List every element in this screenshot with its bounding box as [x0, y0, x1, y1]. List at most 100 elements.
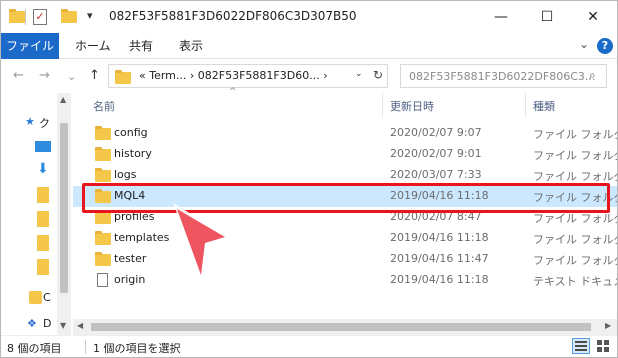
search-placeholder: 082F53F5881F3D6022DF806C3... [409, 70, 596, 83]
file-row[interactable]: templates 2019/04/16 11:18 ファイル フォルダー [73, 228, 617, 249]
help-icon[interactable]: ? [597, 38, 613, 54]
horizontal-scrollbar-thumb[interactable] [91, 323, 591, 331]
file-date: 2020/02/07 9:07 [390, 126, 482, 139]
new-folder-icon[interactable] [61, 9, 77, 23]
tab-home[interactable]: ホーム [75, 33, 111, 59]
file-list: ^ 名前 更新日時 種類 config 2020/02/07 9:07 ファイル フ… [73, 87, 617, 335]
maximize-button[interactable]: ☐ [525, 1, 569, 33]
file-date: 2019/04/16 11:18 [390, 273, 489, 286]
details-view-button[interactable] [572, 338, 590, 354]
nav-folder[interactable] [1, 185, 57, 207]
window-title: 082F53F5881F3D6022DF806C3D307B50 [109, 9, 357, 23]
navigation-pane: ★ ク ⬇ C ❖ D ▲ ▼ [1, 93, 71, 335]
file-row[interactable]: config 2020/02/07 9:07 ファイル フォルダー [73, 123, 617, 144]
folder-icon [115, 70, 131, 84]
column-type[interactable]: 種類 [533, 98, 555, 114]
file-name: config [114, 126, 148, 139]
address-bar[interactable]: « Term... › 082F53F5881F3D60... › ⌄ ↻ [108, 64, 388, 88]
file-name: logs [114, 168, 137, 181]
file-name: origin [114, 273, 146, 286]
nav-folder[interactable] [1, 209, 57, 231]
tab-share[interactable]: 共有 [129, 33, 153, 59]
folder-icon [95, 231, 111, 245]
nav-onedrive[interactable]: C [1, 289, 57, 311]
folder-icon [95, 147, 111, 161]
nav-scrollbar-thumb[interactable] [60, 123, 68, 293]
file-date: 2020/02/07 9:01 [390, 147, 482, 160]
file-type: ファイル フォルダー [533, 170, 617, 183]
folder-icon [95, 252, 111, 266]
nav-item-label: C [43, 291, 51, 304]
desktop-icon [35, 141, 51, 152]
file-type: ファイル フォルダー [533, 254, 617, 267]
file-row[interactable]: tester 2019/04/16 11:47 ファイル フォルダー [73, 249, 617, 270]
folder-icon [37, 187, 49, 203]
highlight-box [82, 183, 610, 213]
folder-icon [37, 259, 49, 275]
file-explorer-window: ✓ ▾ 082F53F5881F3D6022DF806C3D307B50 — ☐… [0, 0, 618, 358]
up-arrow-icon[interactable]: ↑ [89, 68, 100, 83]
refresh-icon[interactable]: ↻ [373, 68, 383, 82]
breadcrumb[interactable]: « Term... › 082F53F5881F3D60... › [139, 69, 328, 82]
back-arrow-icon[interactable]: ← [13, 68, 24, 83]
scroll-down-icon[interactable]: ▼ [60, 321, 66, 330]
status-bar: 8 個の項目 1 個の項目を選択 [1, 335, 617, 357]
title-bar: ✓ ▾ 082F53F5881F3D6022DF806C3D307B50 — ☐… [1, 1, 617, 33]
folder-icon [95, 168, 111, 182]
nav-desktop[interactable] [1, 137, 57, 159]
nav-folder[interactable] [1, 257, 57, 279]
scroll-right-icon[interactable]: ▶ [605, 321, 611, 330]
file-date: 2020/03/07 7:33 [390, 168, 482, 181]
large-icons-view-button[interactable] [595, 339, 611, 353]
nav-quick-access[interactable]: ★ ク [1, 113, 57, 135]
customize-quick-access-icon[interactable]: ▾ [87, 9, 93, 22]
column-divider[interactable] [382, 93, 383, 117]
properties-icon[interactable]: ✓ [33, 9, 47, 25]
folder-icon [95, 126, 111, 140]
tab-view[interactable]: 表示 [179, 33, 203, 59]
chevron-down-icon[interactable]: ⌄ [355, 69, 363, 79]
search-input[interactable]: 082F53F5881F3D6022DF806C3... ⌕ [400, 64, 607, 88]
nav-item-label: ク [39, 117, 50, 130]
file-row[interactable]: history 2020/02/07 9:01 ファイル フォルダー [73, 144, 617, 165]
file-date: 2019/04/16 11:47 [390, 252, 489, 265]
expand-ribbon-icon[interactable]: ⌄ [579, 37, 589, 51]
divider [85, 340, 86, 354]
recent-locations-icon[interactable]: ⌄ [67, 70, 76, 83]
close-button[interactable]: ✕ [571, 1, 615, 33]
folder-icon [37, 235, 49, 251]
column-modified[interactable]: 更新日時 [390, 98, 434, 114]
nav-item-label: D [43, 317, 52, 330]
column-name[interactable]: 名前 [93, 98, 115, 114]
sort-ascending-icon: ^ [229, 87, 237, 97]
scroll-up-icon[interactable]: ▲ [60, 95, 66, 104]
file-row[interactable]: origin 2019/04/16 11:18 テキスト ドキュメント [73, 270, 617, 291]
file-date: 2019/04/16 11:18 [390, 231, 489, 244]
address-row: ← → ⌄ ↑ « Term... › 082F53F5881F3D60... … [1, 59, 617, 93]
column-divider[interactable] [525, 93, 526, 117]
text-document-icon [97, 273, 108, 287]
file-name: templates [114, 231, 170, 244]
star-icon: ★ [25, 115, 35, 128]
file-type: ファイル フォルダー [533, 128, 617, 141]
column-header: ^ 名前 更新日時 種類 [73, 87, 617, 117]
nav-dropbox[interactable]: ❖ D [1, 315, 57, 337]
ribbon-tabs: ファイル ホーム 共有 表示 ⌄ ? [1, 33, 617, 59]
horizontal-scrollbar[interactable]: ◀ ▶ [73, 319, 617, 335]
download-arrow-icon: ⬇ [37, 161, 49, 177]
file-type: テキスト ドキュメント [533, 275, 617, 288]
folder-icon [95, 210, 111, 224]
selection-count: 1 個の項目を選択 [93, 342, 181, 355]
nav-downloads[interactable]: ⬇ [1, 161, 57, 183]
file-name: tester [114, 252, 147, 265]
minimize-button[interactable]: — [479, 1, 523, 33]
scroll-left-icon[interactable]: ◀ [77, 321, 83, 330]
file-type: ファイル フォルダー [533, 149, 617, 162]
folder-icon [9, 9, 25, 23]
drive-icon [29, 291, 42, 304]
pointer-arrow-icon [173, 203, 229, 281]
tab-file[interactable]: ファイル [1, 33, 59, 59]
forward-arrow-icon[interactable]: → [39, 68, 50, 83]
nav-folder[interactable] [1, 233, 57, 255]
search-icon[interactable]: ⌕ [589, 68, 596, 83]
